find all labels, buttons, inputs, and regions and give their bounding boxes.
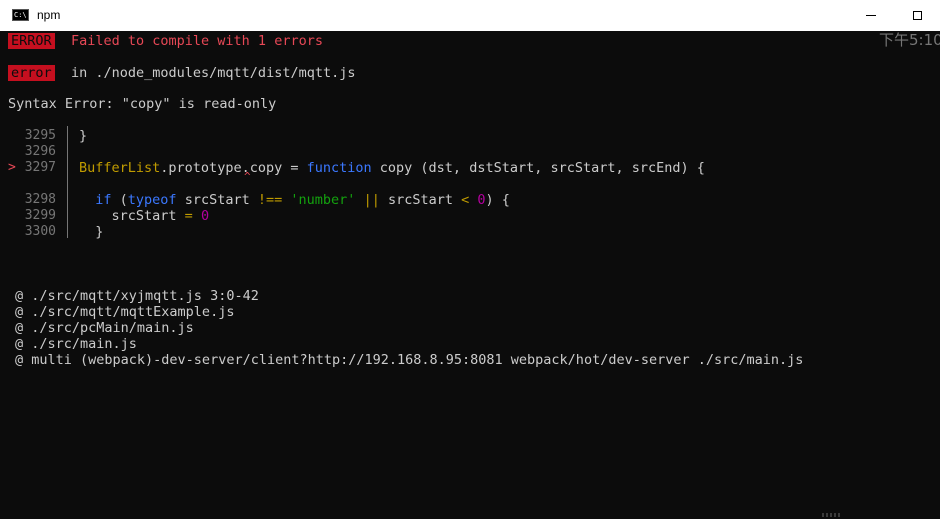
code-token: srcStart [79, 208, 185, 224]
code-token: srcStart [379, 192, 462, 208]
line-number: 3296 [24, 144, 56, 159]
code-line: } [79, 224, 104, 240]
code-token: copy (dst, dstStart, srcStart, srcEnd) { [371, 160, 705, 176]
code-line-error: BufferList.prototype.copy = function cop… [79, 160, 705, 176]
console-output[interactable]: ERROR Failed to compile with 1 errors 下午… [0, 31, 940, 519]
code-gutter-divider [67, 126, 68, 238]
import-trace-line: @ ./src/main.js [15, 336, 137, 352]
code-token: function [306, 160, 372, 176]
compile-failed-message: Failed to compile with 1 errors [71, 33, 323, 49]
line-number: 3299 [24, 208, 56, 223]
minimize-icon [866, 15, 876, 16]
error-badge: ERROR [8, 33, 55, 49]
code-token: prototype [168, 160, 242, 176]
line-number: 3298 [24, 192, 56, 207]
resize-grip-icon [822, 513, 842, 517]
code-token: !== [257, 192, 283, 208]
code-token: = [282, 160, 307, 176]
code-token: 'number' [290, 192, 356, 208]
error-caret: ^ [244, 170, 251, 183]
minimize-button[interactable] [848, 0, 894, 31]
import-trace-line: @ ./src/mqtt/xyjmqtt.js 3:0-42 [15, 288, 259, 304]
window-titlebar[interactable]: C:\ npm [0, 0, 940, 31]
window-title: npm [37, 8, 61, 22]
overlay-clock: 下午5:10 [879, 31, 940, 49]
code-token: if [95, 192, 112, 208]
code-token: typeof [127, 192, 177, 208]
code-token: = [184, 208, 193, 224]
code-token: || [363, 192, 380, 208]
code-token: 0 [200, 208, 210, 224]
line-number: 3297 [24, 160, 56, 175]
code-token: BufferList [79, 160, 161, 176]
code-token: ) { [485, 192, 510, 208]
code-token: srcStart [176, 192, 258, 208]
code-line: } [79, 128, 88, 144]
syntax-error-message: Syntax Error: "copy" is read-only [8, 96, 277, 112]
line-number: 3300 [24, 224, 56, 239]
code-token: ( [111, 192, 128, 208]
code-line: srcStart = 0 [79, 208, 210, 224]
line-number: 3295 [24, 128, 56, 143]
maximize-button[interactable] [894, 0, 940, 31]
import-trace-line: @ ./src/pcMain/main.js [15, 320, 194, 336]
error-label-badge: error [8, 65, 55, 81]
maximize-icon [912, 11, 922, 20]
import-trace-line: @ ./src/mqtt/mqttExample.js [15, 304, 235, 320]
error-location: in ./node_modules/mqtt/dist/mqtt.js [71, 65, 356, 81]
console-icon: C:\ [12, 9, 29, 21]
code-token: copy [249, 160, 283, 176]
code-line: if (typeof srcStart !== 'number' || srcS… [79, 192, 510, 208]
code-token: 0 [477, 192, 486, 208]
import-trace-line: @ multi (webpack)-dev-server/client?http… [15, 352, 804, 368]
